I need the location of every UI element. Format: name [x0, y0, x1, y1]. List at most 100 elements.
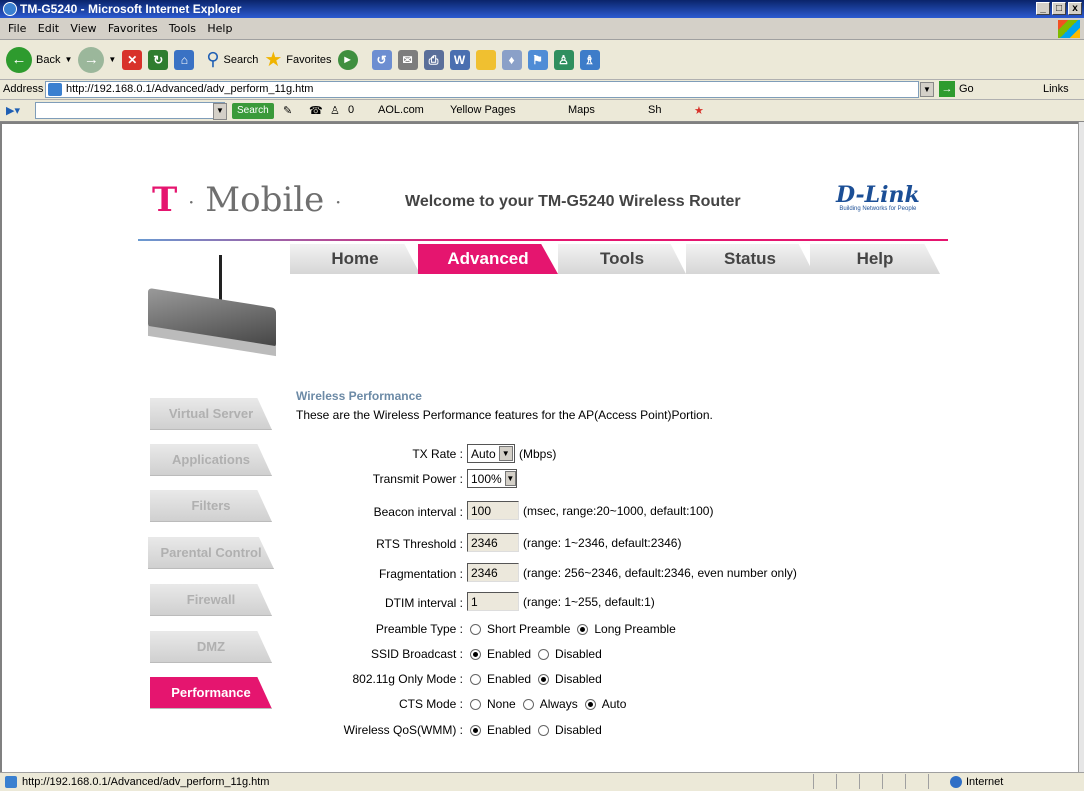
qos-enabled-radio[interactable]	[470, 724, 481, 736]
address-bar: Address http://192.168.0.1/Advanced/adv_…	[0, 80, 1084, 100]
home-icon[interactable]: ⌂	[174, 49, 195, 70]
side-parental-control[interactable]: Parental Control	[148, 537, 274, 569]
g-only-label: 802.11g Only Mode :	[352, 672, 463, 686]
links-button[interactable]: Links	[1043, 83, 1069, 95]
side-filters[interactable]: Filters	[150, 490, 272, 522]
transmit-power-select[interactable]: 100% ▼	[467, 469, 517, 488]
cts-always-radio[interactable]	[522, 698, 534, 710]
search-toolbar: ▶▾ ▼ Search ✎ ☎ ♙ 0 AOL.com Yellow Pages…	[0, 100, 1084, 122]
highlight-icon[interactable]: ✎	[283, 104, 292, 117]
address-url: http://192.168.0.1/Advanced/adv_perform_…	[66, 83, 314, 95]
minimize-button[interactable]: _	[1036, 2, 1050, 15]
address-label: Address	[3, 83, 44, 95]
menu-tools[interactable]: Tools	[169, 18, 196, 40]
brand-dot: ·	[188, 190, 195, 214]
maximize-button[interactable]: □	[1052, 2, 1066, 15]
title-bar: TM-G5240 - Microsoft Internet Explorer _…	[0, 0, 1084, 18]
shop-link[interactable]: Sh	[648, 104, 661, 116]
side-performance[interactable]: Performance	[150, 677, 272, 709]
forward-button[interactable]: → ▼	[78, 46, 116, 73]
favorites-button[interactable]: ★ Favorites	[264, 47, 331, 72]
tab-advanced[interactable]: Advanced	[418, 244, 558, 274]
close-button[interactable]: x	[1068, 2, 1082, 15]
refresh-icon[interactable]: ↻	[148, 49, 169, 70]
side-dmz[interactable]: DMZ	[150, 631, 272, 663]
back-arrow-icon: ←	[6, 46, 32, 73]
menu-edit[interactable]: Edit	[38, 18, 59, 40]
cts-none-radio[interactable]	[470, 698, 481, 710]
tx-rate-value: Auto	[471, 446, 496, 461]
welcome-text: Welcome to your TM-G5240 Wireless Router	[405, 193, 741, 210]
aol-link[interactable]: AOL.com	[378, 104, 424, 116]
users-icon[interactable]: ♗	[579, 49, 600, 70]
fragmentation-hint: (range: 256~2346, default:2346, even num…	[523, 565, 797, 580]
security-zone: Internet	[950, 776, 1003, 788]
maps-link[interactable]: Maps	[568, 104, 595, 116]
g-only-enabled-radio[interactable]	[470, 673, 481, 685]
media-icon[interactable]: ►	[337, 49, 358, 70]
research-icon[interactable]: ⚑	[527, 49, 548, 70]
ssid-disabled-label: Disabled	[555, 647, 602, 661]
tab-tools[interactable]: Tools	[558, 244, 686, 274]
wireless-qos-label: Wireless QoS(WMM) :	[343, 723, 463, 737]
toolbar-search-button[interactable]: Search	[232, 103, 274, 119]
print-icon[interactable]: ⎙	[423, 49, 444, 70]
edit-icon[interactable]: W	[449, 49, 470, 70]
stop-icon[interactable]: ✕	[122, 49, 143, 70]
side-firewall[interactable]: Firewall	[150, 584, 272, 616]
ssid-disabled-radio[interactable]	[538, 648, 550, 660]
transmit-power-label: Transmit Power :	[372, 472, 463, 486]
more-icon[interactable]: ★	[694, 104, 704, 117]
history-icon[interactable]: ↺	[371, 49, 392, 70]
folder-icon[interactable]	[475, 49, 496, 70]
mail-count[interactable]: 0	[348, 104, 354, 116]
vertical-scrollbar[interactable]	[1078, 122, 1084, 772]
tx-rate-select[interactable]: Auto ▼	[467, 444, 515, 463]
fragmentation-input[interactable]	[467, 563, 519, 582]
mail-icon[interactable]: ✉	[397, 49, 418, 70]
tab-home[interactable]: Home	[290, 244, 420, 274]
aol-icon[interactable]: ▶▾	[6, 104, 20, 117]
g-only-disabled-radio[interactable]	[538, 673, 550, 685]
search-dropdown[interactable]: ▼	[213, 103, 227, 120]
cts-auto-radio[interactable]	[584, 698, 596, 710]
side-virtual-server[interactable]: Virtual Server	[150, 398, 272, 430]
tab-status[interactable]: Status	[686, 244, 814, 274]
toolbar-search-input[interactable]	[35, 102, 225, 119]
yellow-pages-link[interactable]: Yellow Pages	[450, 104, 516, 116]
window-title: TM-G5240 - Microsoft Internet Explorer	[20, 2, 242, 16]
dtim-hint: (range: 1~255, default:1)	[523, 594, 655, 609]
side-applications[interactable]: Applications	[150, 444, 272, 476]
back-label: Back	[36, 53, 61, 66]
search-button[interactable]: ⚲ Search	[206, 49, 258, 70]
menu-view[interactable]: View	[70, 18, 96, 40]
chat-icon[interactable]: ☎	[309, 104, 323, 117]
preamble-short-radio[interactable]	[470, 623, 481, 635]
person-icon[interactable]: ♙	[553, 49, 574, 70]
tab-help[interactable]: Help	[810, 244, 940, 274]
ssid-enabled-radio[interactable]	[470, 648, 481, 660]
go-button[interactable]: → Go	[939, 81, 974, 97]
preamble-long-radio[interactable]	[577, 623, 589, 635]
menu-help[interactable]: Help	[207, 18, 232, 40]
menu-favorites[interactable]: Favorites	[108, 18, 158, 40]
brand-name: Mobile	[205, 180, 325, 220]
preamble-short-label: Short Preamble	[487, 622, 571, 636]
address-input[interactable]: http://192.168.0.1/Advanced/adv_perform_…	[45, 81, 919, 98]
qos-disabled-radio[interactable]	[538, 724, 550, 736]
address-dropdown[interactable]: ▼	[920, 82, 934, 97]
brand-dot: ·	[335, 190, 342, 214]
zone-label: Internet	[966, 776, 1004, 788]
person-icon[interactable]: ♙	[330, 104, 340, 117]
chevron-down-icon[interactable]: ▼	[108, 55, 116, 64]
rts-input[interactable]	[467, 533, 519, 552]
beacon-input[interactable]	[467, 501, 519, 520]
menu-file[interactable]: File	[8, 18, 26, 40]
cts-none-label: None	[487, 697, 516, 711]
dtim-input[interactable]	[467, 592, 519, 611]
chevron-down-icon[interactable]: ▼	[64, 55, 72, 64]
qos-disabled-label: Disabled	[555, 723, 602, 737]
messenger-icon[interactable]: ♦	[501, 49, 522, 70]
back-button[interactable]: ← Back ▼	[6, 46, 72, 73]
tx-rate-unit: (Mbps)	[519, 446, 557, 461]
